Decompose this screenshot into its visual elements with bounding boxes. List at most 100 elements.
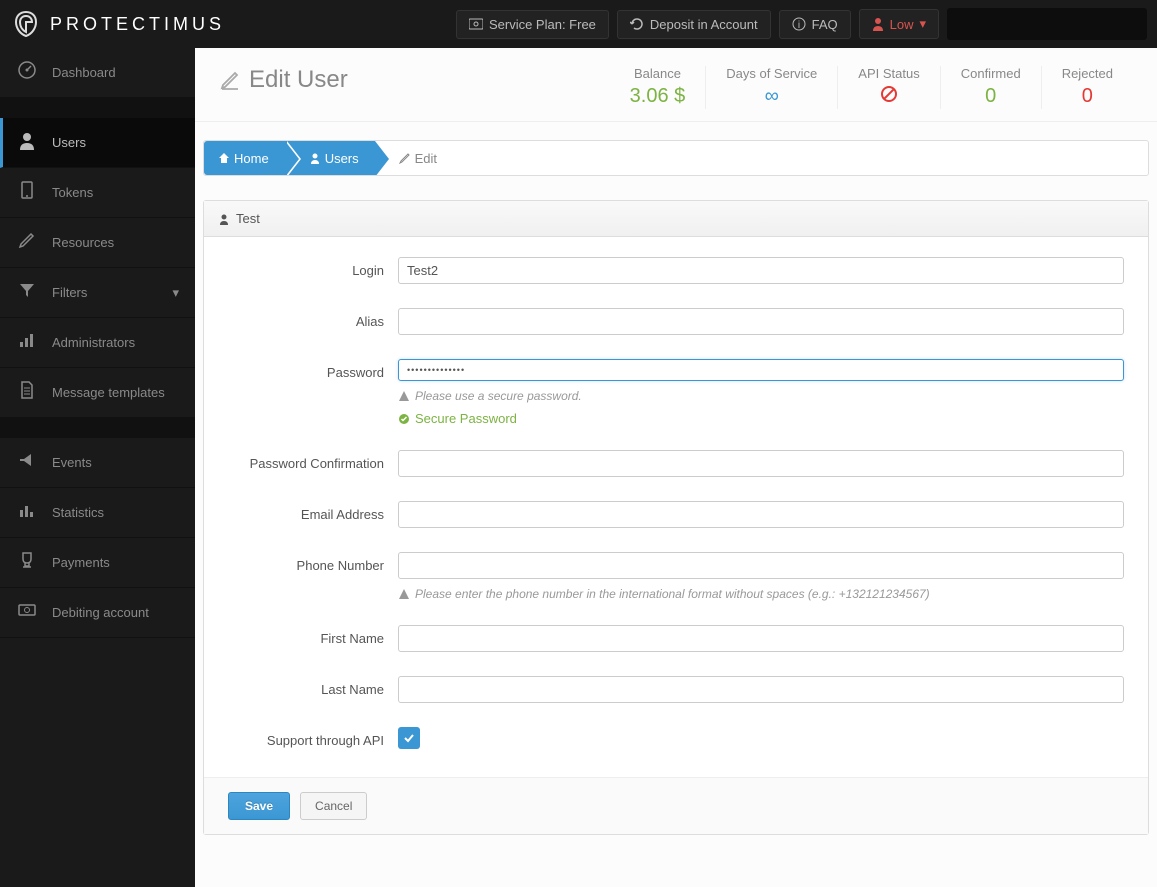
sidebar-item-label: Tokens	[52, 185, 93, 200]
security-level-button[interactable]: Low ▾	[859, 9, 939, 39]
stat-value: ∞	[726, 85, 817, 108]
header-search-area[interactable]	[947, 8, 1147, 40]
stat-value: 3.06 $	[630, 85, 686, 108]
last-name-input[interactable]	[398, 676, 1124, 703]
password-hint: Please use a secure password.	[398, 389, 1124, 403]
refresh-icon	[630, 17, 644, 31]
svg-text:i: i	[797, 20, 799, 31]
sidebar-item-statistics[interactable]: Statistics	[0, 488, 195, 538]
deposit-button[interactable]: Deposit in Account	[617, 10, 771, 39]
sidebar-item-label: Message templates	[52, 385, 165, 400]
sidebar-item-dashboard[interactable]: Dashboard	[0, 48, 195, 98]
bullhorn-icon	[16, 450, 38, 475]
caret-down-icon: ▾	[919, 16, 926, 32]
edit-icon	[219, 69, 241, 91]
breadcrumb-label: Users	[325, 151, 359, 166]
stat-rejected: Rejected 0	[1041, 66, 1133, 109]
stat-api: API Status	[837, 66, 939, 109]
breadcrumb-label: Home	[234, 151, 269, 166]
sidebar-item-label: Events	[52, 455, 92, 470]
info-icon: i	[792, 17, 806, 31]
stat-value: 0	[961, 85, 1021, 108]
brand-logo: PROTECTIMUS	[10, 10, 225, 38]
faq-button[interactable]: i FAQ	[779, 10, 851, 39]
sidebar-divider	[0, 418, 195, 438]
bar-icon	[16, 500, 38, 525]
panel-body: Login Alias Password Please	[204, 237, 1148, 777]
stat-confirmed: Confirmed 0	[940, 66, 1041, 109]
stat-days: Days of Service ∞	[705, 66, 837, 109]
trophy-icon	[16, 550, 38, 575]
sidebar-item-label: Resources	[52, 235, 114, 250]
confirm-label: Password Confirmation	[228, 450, 398, 471]
api-status-icon	[858, 85, 919, 109]
dashboard-icon	[16, 60, 38, 85]
first-name-input[interactable]	[398, 625, 1124, 652]
sidebar-item-events[interactable]: Events	[0, 438, 195, 488]
breadcrumb: Home Users Edit	[203, 140, 1149, 176]
phone-hint: Please enter the phone number in the int…	[398, 587, 1124, 601]
caret-down-icon: ▾	[172, 285, 179, 301]
sidebar-item-label: Administrators	[52, 335, 135, 350]
sidebar-item-label: Statistics	[52, 505, 104, 520]
sidebar-item-tokens[interactable]: Tokens	[0, 168, 195, 218]
stat-value: 0	[1062, 85, 1113, 108]
sidebar-item-label: Debiting account	[52, 605, 149, 620]
sidebar-item-label: Filters	[52, 285, 87, 300]
password-strength: Secure Password	[398, 411, 1124, 426]
panel-header: Test	[204, 201, 1148, 237]
service-plan-button[interactable]: Service Plan: Free	[456, 10, 609, 39]
sidebar-item-debiting[interactable]: Debiting account	[0, 588, 195, 638]
sidebar-item-payments[interactable]: Payments	[0, 538, 195, 588]
panel-footer: Save Cancel	[204, 777, 1148, 834]
phone-input[interactable]	[398, 552, 1124, 579]
sidebar: Dashboard Users Tokens Resources Filter	[0, 48, 195, 887]
confirm-password-input[interactable]	[398, 450, 1124, 477]
main-content: Edit User Balance 3.06 $ Days of Service…	[195, 48, 1157, 887]
cancel-button[interactable]: Cancel	[300, 792, 367, 820]
panel-title: Test	[236, 211, 260, 226]
sidebar-item-templates[interactable]: Message templates	[0, 368, 195, 418]
brand-text: PROTECTIMUS	[50, 14, 225, 35]
warning-icon	[398, 588, 410, 600]
sidebar-item-resources[interactable]: Resources	[0, 218, 195, 268]
email-input[interactable]	[398, 501, 1124, 528]
phone-label: Phone Number	[228, 552, 398, 573]
login-label: Login	[228, 257, 398, 278]
save-button[interactable]: Save	[228, 792, 290, 820]
tablet-icon	[16, 180, 38, 205]
breadcrumb-home[interactable]: Home	[204, 141, 285, 175]
security-level-label: Low	[890, 17, 914, 32]
api-support-checkbox[interactable]	[398, 727, 420, 749]
home-icon	[218, 152, 230, 164]
alias-input[interactable]	[398, 308, 1124, 335]
breadcrumb-label: Edit	[415, 151, 437, 166]
deposit-label: Deposit in Account	[650, 17, 758, 32]
sidebar-item-filters[interactable]: Filters ▾	[0, 268, 195, 318]
user-icon	[872, 17, 884, 31]
filter-icon	[16, 280, 38, 305]
user-icon	[218, 213, 230, 225]
check-icon	[402, 731, 416, 745]
stat-label: Rejected	[1062, 66, 1113, 81]
page-header: Edit User Balance 3.06 $ Days of Service…	[195, 48, 1157, 122]
sidebar-item-administrators[interactable]: Administrators	[0, 318, 195, 368]
logo-icon	[10, 10, 42, 38]
signal-icon	[16, 330, 38, 355]
password-input[interactable]	[398, 359, 1124, 381]
alias-label: Alias	[228, 308, 398, 329]
login-input[interactable]	[398, 257, 1124, 284]
faq-label: FAQ	[812, 17, 838, 32]
stat-label: Confirmed	[961, 66, 1021, 81]
stat-label: Days of Service	[726, 66, 817, 81]
file-icon	[16, 380, 38, 405]
last-name-label: Last Name	[228, 676, 398, 697]
edit-icon	[399, 152, 411, 164]
sidebar-item-label: Dashboard	[52, 65, 116, 80]
money-icon	[16, 600, 38, 625]
sidebar-item-label: Payments	[52, 555, 110, 570]
edit-user-panel: Test Login Alias Password	[203, 200, 1149, 835]
stat-balance: Balance 3.06 $	[610, 66, 706, 109]
sidebar-item-users[interactable]: Users	[0, 118, 195, 168]
user-icon	[16, 130, 38, 155]
